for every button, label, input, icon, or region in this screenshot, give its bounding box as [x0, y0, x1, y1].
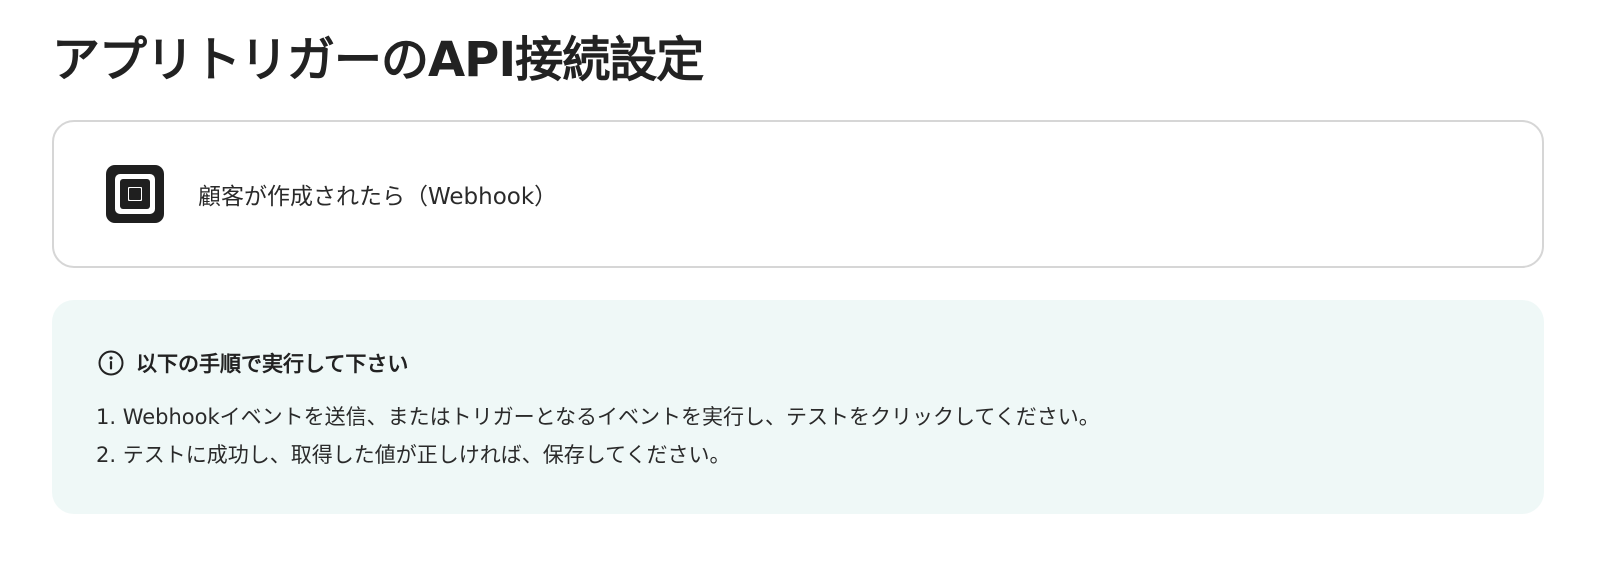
instruction-step: 1. Webhookイベントを送信、またはトリガーとなるイベントを実行し、テスト… — [96, 405, 1100, 429]
trigger-label: 顧客が作成されたら（Webhook） — [198, 184, 558, 210]
info-circle-icon — [98, 350, 124, 376]
page-title: アプリトリガーのAPI接続設定 — [52, 32, 704, 88]
trigger-card[interactable]: 顧客が作成されたら（Webhook） — [52, 120, 1544, 268]
instructions-header: 以下の手順で実行して下さい — [98, 348, 408, 378]
instructions-panel: 以下の手順で実行して下さい 1. Webhookイベントを送信、またはトリガーと… — [52, 300, 1544, 514]
instructions-steps: 1. Webhookイベントを送信、またはトリガーとなるイベントを実行し、テスト… — [96, 398, 1100, 474]
square-app-icon — [106, 165, 164, 223]
instructions-title: 以下の手順で実行して下さい — [136, 352, 409, 376]
page: アプリトリガーのAPI接続設定 顧客が作成されたら（Webhook） 以下の手順… — [0, 0, 1600, 568]
instruction-step: 2. テストに成功し、取得した値が正しければ、保存してください。 — [96, 443, 731, 467]
